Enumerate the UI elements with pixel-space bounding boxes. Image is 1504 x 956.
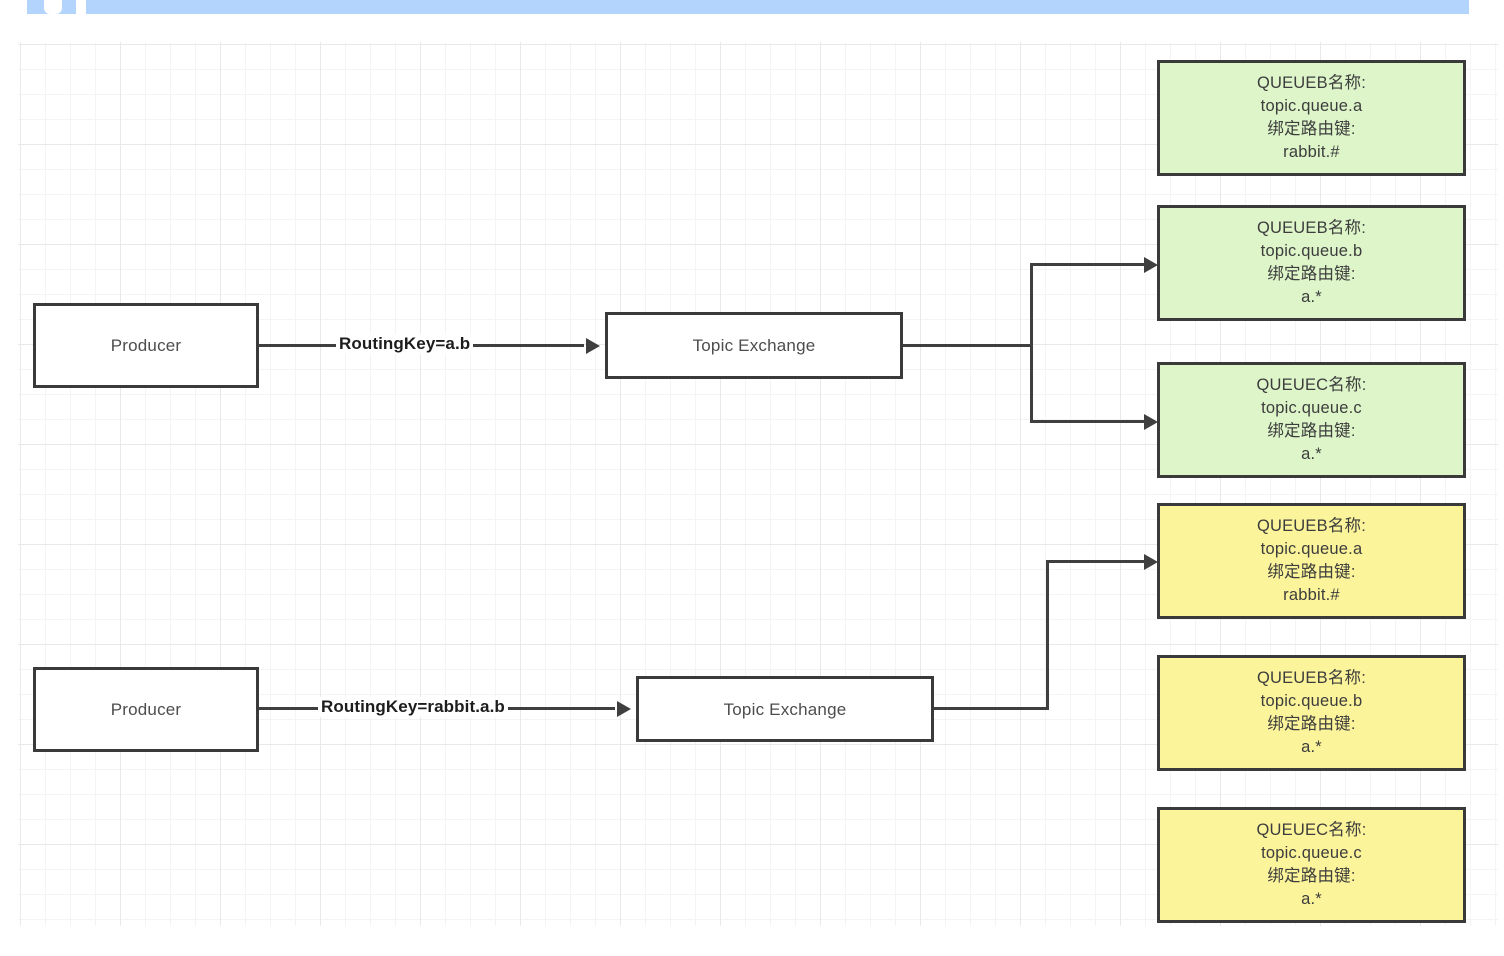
queue-box-yellow-b[interactable]: QUEUEB名称: topic.queue.b 绑定路由键: a.* <box>1157 655 1466 771</box>
queue-line-name-value: topic.queue.a <box>1261 538 1363 561</box>
queue-line-name-value: topic.queue.b <box>1261 690 1363 713</box>
queue-line-name-label: QUEUEB名称: <box>1257 667 1366 690</box>
topic-exchange-label: Topic Exchange <box>693 337 816 354</box>
queue-box-green-c[interactable]: QUEUEC名称: topic.queue.c 绑定路由键: a.* <box>1157 362 1466 478</box>
queue-box-yellow-a[interactable]: QUEUEB名称: topic.queue.a 绑定路由键: rabbit.# <box>1157 503 1466 619</box>
edge-line-exchange2-stem <box>934 707 1049 710</box>
queue-line-name-label: QUEUEC名称: <box>1257 819 1367 842</box>
edge-label-routingkey-2: RoutingKey=rabbit.a.b <box>318 697 508 717</box>
queue-line-binding-label: 绑定路由键: <box>1267 713 1355 736</box>
edge-arrow-exchange1-to-queue-c <box>1144 414 1158 430</box>
queue-line-binding-label: 绑定路由键: <box>1267 118 1355 141</box>
queue-box-green-b[interactable]: QUEUEB名称: topic.queue.b 绑定路由键: a.* <box>1157 205 1466 321</box>
edge-line-exchange1-to-queue-b <box>1030 263 1148 266</box>
queue-line-name-label: QUEUEB名称: <box>1257 217 1366 240</box>
edge-line-exchange1-riser <box>1030 263 1033 423</box>
topic-exchange-node-1[interactable]: Topic Exchange <box>605 312 903 379</box>
topic-exchange-label: Topic Exchange <box>724 701 847 718</box>
diagram-canvas[interactable]: Producer RoutingKey=a.b Topic Exchange P… <box>0 0 1504 956</box>
queue-box-yellow-c[interactable]: QUEUEC名称: topic.queue.c 绑定路由键: a.* <box>1157 807 1466 923</box>
edge-line-exchange1-to-queue-c <box>1030 420 1148 423</box>
queue-line-binding-value: a.* <box>1301 443 1322 466</box>
edge-arrow-producer2-to-exchange2 <box>617 701 631 717</box>
queue-line-binding-value: rabbit.# <box>1283 584 1340 607</box>
producer-node-1[interactable]: Producer <box>33 303 259 388</box>
queue-line-name-value: topic.queue.c <box>1261 397 1362 420</box>
producer-node-2[interactable]: Producer <box>33 667 259 752</box>
queue-line-binding-label: 绑定路由键: <box>1267 263 1355 286</box>
queue-line-name-value: topic.queue.a <box>1261 95 1363 118</box>
queue-line-binding-label: 绑定路由键: <box>1267 865 1355 888</box>
queue-line-binding-value: a.* <box>1301 286 1322 309</box>
producer-label: Producer <box>111 337 182 354</box>
edge-line-exchange2-to-queue-a <box>1046 560 1148 563</box>
topic-exchange-node-2[interactable]: Topic Exchange <box>636 676 934 742</box>
producer-label: Producer <box>111 701 182 718</box>
queue-line-binding-label: 绑定路由键: <box>1267 561 1355 584</box>
queue-line-binding-value: a.* <box>1301 736 1322 759</box>
queue-line-binding-value: rabbit.# <box>1283 141 1340 164</box>
edge-line-exchange1-stem <box>903 344 1033 347</box>
queue-line-name-label: QUEUEB名称: <box>1257 72 1366 95</box>
queue-line-name-label: QUEUEB名称: <box>1257 515 1366 538</box>
queue-line-binding-value: a.* <box>1301 888 1322 911</box>
edge-line-exchange2-riser <box>1046 560 1049 710</box>
queue-line-binding-label: 绑定路由键: <box>1267 420 1355 443</box>
edge-arrow-exchange2-to-queue-a <box>1144 554 1158 570</box>
edge-label-routingkey-1: RoutingKey=a.b <box>336 334 473 354</box>
queue-line-name-value: topic.queue.c <box>1261 842 1362 865</box>
edge-arrow-producer1-to-exchange1 <box>586 338 600 354</box>
edge-arrow-exchange1-to-queue-b <box>1144 257 1158 273</box>
queue-line-name-value: topic.queue.b <box>1261 240 1363 263</box>
queue-line-name-label: QUEUEC名称: <box>1257 374 1367 397</box>
queue-box-green-a[interactable]: QUEUEB名称: topic.queue.a 绑定路由键: rabbit.# <box>1157 60 1466 176</box>
